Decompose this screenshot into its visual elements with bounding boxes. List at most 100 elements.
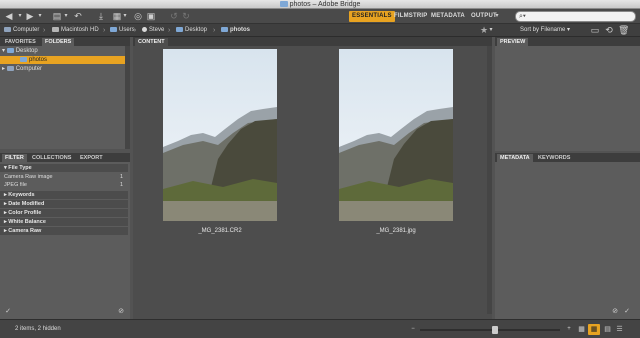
back-dropdown-icon[interactable]: ▾ bbox=[16, 11, 24, 22]
filter-section-white-balance[interactable]: ▸ White Balance bbox=[0, 218, 128, 226]
folders-panel: FAVORITES FOLDERS ▾ Desktop photos ▸ Com… bbox=[0, 37, 130, 149]
view-details-icon[interactable]: ▤ bbox=[603, 324, 612, 335]
forward-icon[interactable]: ▶ bbox=[25, 11, 35, 22]
open-in-camera-raw-icon[interactable]: ◎ bbox=[133, 11, 143, 22]
star-filter-dropdown-icon[interactable]: ▾ bbox=[488, 25, 494, 36]
landscape-photo bbox=[163, 49, 277, 221]
content-panel: CONTENT _MG_2381.CR2 _MG_2381.jpg bbox=[133, 37, 492, 319]
computer-icon bbox=[6, 66, 14, 71]
lock-grid-icon[interactable]: ▦ bbox=[577, 324, 586, 335]
back-icon[interactable]: ◀ bbox=[4, 11, 14, 22]
workspace-essentials[interactable]: ESSENTIALS bbox=[349, 11, 395, 22]
drive-icon bbox=[52, 27, 59, 32]
filter-section-file-type[interactable]: ▾ File Type bbox=[0, 164, 128, 172]
workspace-metadata[interactable]: METADATA bbox=[428, 11, 468, 22]
breadcrumb-steve[interactable]: Steve bbox=[142, 24, 164, 37]
breadcrumb-photos[interactable]: photos bbox=[221, 24, 250, 37]
sort-dropdown[interactable]: Sort by Filename ▾ bbox=[520, 24, 570, 37]
computer-icon bbox=[4, 27, 11, 32]
open-recent-icon[interactable]: ⟲ bbox=[604, 25, 614, 36]
trash-icon[interactable]: 🗑 bbox=[618, 25, 629, 36]
apply-icon[interactable]: ✓ bbox=[623, 306, 631, 317]
view-list-icon[interactable]: ☰ bbox=[615, 324, 624, 335]
tab-preview[interactable]: PREVIEW bbox=[497, 38, 529, 46]
tab-folders[interactable]: FOLDERS bbox=[42, 38, 75, 46]
filter-section-color-profile[interactable]: ▸ Color Profile bbox=[0, 209, 128, 217]
breadcrumb-macintosh-hd[interactable]: Macintosh HD bbox=[52, 24, 99, 37]
breadcrumb-users[interactable]: Users bbox=[110, 24, 135, 37]
metadata-panel: METADATA KEYWORDS ⊘ ✓ bbox=[495, 153, 640, 319]
no-entry-icon[interactable]: ⊘ bbox=[611, 306, 619, 317]
filter-item-camera-raw-image[interactable]: Camera Raw image 1 bbox=[0, 173, 128, 181]
workspace-filmstrip[interactable]: FILMSTRIP bbox=[391, 11, 430, 22]
toolbar: ◀ ▾ ▶ ▾ ▤ ▾ ↶ ⤓ ▦ ▾ ◎ ▣ ↺ ↻ ESSENTIALS F… bbox=[0, 9, 640, 24]
tab-filter[interactable]: FILTER bbox=[2, 154, 27, 162]
thumbnail-image[interactable] bbox=[339, 49, 453, 221]
title-bar: photos – Adobe Bridge bbox=[0, 0, 640, 9]
tree-item-desktop[interactable]: ▾ Desktop bbox=[2, 47, 128, 55]
folders-scrollbar[interactable] bbox=[125, 46, 130, 149]
folder-icon bbox=[176, 27, 183, 32]
filter-panel: FILTER COLLECTIONS EXPORT ▾ File Type Ca… bbox=[0, 153, 130, 319]
tab-export[interactable]: EXPORT bbox=[77, 154, 106, 162]
new-folder-icon[interactable]: ▭ bbox=[590, 25, 600, 36]
recent-folder-icon[interactable]: ▤ bbox=[52, 11, 62, 22]
tab-collections[interactable]: COLLECTIONS bbox=[29, 154, 74, 162]
filter-section-date-modified[interactable]: ▸ Date Modified bbox=[0, 200, 128, 208]
thumbnail-size-slider[interactable] bbox=[420, 326, 560, 334]
window-title: photos – Adobe Bridge bbox=[289, 1, 361, 8]
breadcrumb-desktop[interactable]: Desktop bbox=[176, 24, 207, 37]
zoom-out-icon[interactable]: − bbox=[409, 324, 417, 335]
thumbnail-image[interactable] bbox=[163, 49, 277, 221]
path-bar: Computer › Macintosh HD › Users › Steve … bbox=[0, 24, 640, 37]
recent-dropdown-icon[interactable]: ▾ bbox=[62, 11, 70, 22]
breadcrumb-separator-icon: › bbox=[213, 27, 216, 34]
folder-icon bbox=[279, 1, 288, 7]
bridge-window: photos – Adobe Bridge ◀ ▾ ▶ ▾ ▤ ▾ ↶ ⤓ ▦ … bbox=[0, 0, 640, 338]
return-icon[interactable]: ↶ bbox=[73, 11, 83, 22]
home-icon bbox=[142, 27, 147, 32]
camera-download-icon[interactable]: ⤓ bbox=[95, 11, 107, 22]
breadcrumb-computer[interactable]: Computer bbox=[4, 24, 39, 37]
preview-panel: PREVIEW bbox=[495, 37, 640, 151]
slider-thumb[interactable] bbox=[492, 326, 498, 334]
metadata-panel-tabs: METADATA KEYWORDS bbox=[495, 153, 640, 162]
tab-metadata[interactable]: METADATA bbox=[497, 154, 533, 162]
content-scrollbar[interactable] bbox=[487, 46, 492, 314]
preview-panel-tabs: PREVIEW bbox=[495, 37, 640, 46]
search-input[interactable]: ⌕▾ bbox=[515, 11, 636, 22]
folder-icon bbox=[221, 27, 228, 32]
view-thumbnails-icon[interactable]: ▦ bbox=[588, 324, 600, 335]
zoom-in-icon[interactable]: + bbox=[565, 324, 573, 335]
filter-panel-tabs: FILTER COLLECTIONS EXPORT bbox=[0, 153, 130, 162]
filter-section-keywords[interactable]: ▸ Keywords bbox=[0, 191, 128, 199]
landscape-photo bbox=[339, 49, 453, 221]
breadcrumb-separator-icon: › bbox=[134, 27, 137, 34]
folder-icon bbox=[6, 48, 14, 53]
tab-favorites[interactable]: FAVORITES bbox=[2, 38, 39, 46]
tab-keywords[interactable]: KEYWORDS bbox=[535, 154, 573, 162]
rotate-left-icon[interactable]: ↺ bbox=[169, 11, 179, 22]
search-icon: ⌕▾ bbox=[519, 13, 526, 20]
folder-icon bbox=[20, 57, 27, 62]
forward-dropdown-icon[interactable]: ▾ bbox=[36, 11, 44, 22]
status-bar: 2 items, 2 hidden − + ▦ ▦ ▤ ☰ bbox=[0, 319, 640, 338]
thumbnail-filename[interactable]: _MG_2381.CR2 bbox=[150, 228, 290, 234]
output-icon[interactable]: ▣ bbox=[146, 11, 156, 22]
folder-icon bbox=[110, 27, 117, 32]
refine-dropdown-icon[interactable]: ▾ bbox=[121, 11, 129, 22]
breadcrumb-separator-icon: › bbox=[43, 27, 46, 34]
folders-panel-tabs: FAVORITES FOLDERS bbox=[0, 37, 130, 46]
workspace-dropdown-icon[interactable]: ▾ bbox=[493, 11, 501, 22]
breadcrumb-separator-icon: › bbox=[168, 27, 171, 34]
tab-content[interactable]: CONTENT bbox=[135, 38, 168, 46]
tree-item-computer[interactable]: ▸ Computer bbox=[2, 65, 128, 73]
thumbnail-filename[interactable]: _MG_2381.jpg bbox=[326, 228, 466, 234]
status-text: 2 items, 2 hidden bbox=[15, 326, 61, 332]
pin-icon[interactable]: ✓ bbox=[4, 306, 12, 317]
filter-item-jpeg-file[interactable]: JPEG file 1 bbox=[0, 181, 128, 189]
tree-item-photos[interactable]: photos bbox=[0, 56, 128, 64]
clear-filter-icon[interactable]: ⊘ bbox=[117, 306, 125, 317]
rotate-right-icon[interactable]: ↻ bbox=[181, 11, 191, 22]
filter-section-camera-raw[interactable]: ▸ Camera Raw bbox=[0, 227, 128, 235]
